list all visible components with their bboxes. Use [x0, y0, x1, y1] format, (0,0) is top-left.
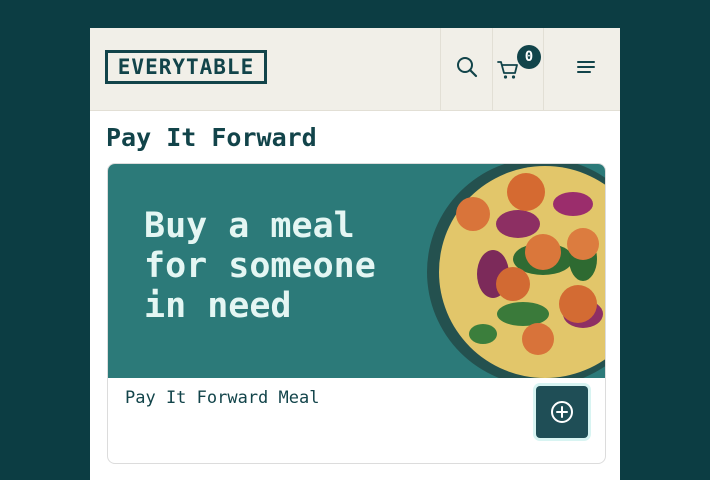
search-button[interactable]: [440, 28, 493, 110]
banner-headline: Buy a meal for someone in need: [144, 206, 376, 326]
meal-bowl-image: [427, 164, 605, 378]
add-to-cart-button[interactable]: [536, 386, 588, 438]
page-title: Pay It Forward: [106, 123, 317, 152]
hamburger-menu-icon: [577, 61, 595, 73]
app-frame: EVERYTABLE 0 Pay It Forward Buy a meal f…: [90, 28, 620, 480]
cart-button[interactable]: 0: [492, 28, 544, 110]
product-name: Pay It Forward Meal: [125, 388, 320, 408]
plus-circle-icon: [551, 401, 573, 423]
product-card[interactable]: Buy a meal for someone in need Pay It Fo…: [107, 163, 606, 464]
menu-button[interactable]: [543, 28, 620, 110]
cart-count-badge: 0: [517, 45, 541, 69]
product-banner: Buy a meal for someone in need: [108, 164, 605, 378]
cart-icon: [497, 61, 518, 79]
site-header: EVERYTABLE 0: [90, 28, 620, 111]
everytable-logo[interactable]: EVERYTABLE: [105, 50, 267, 84]
search-icon: [457, 57, 478, 78]
